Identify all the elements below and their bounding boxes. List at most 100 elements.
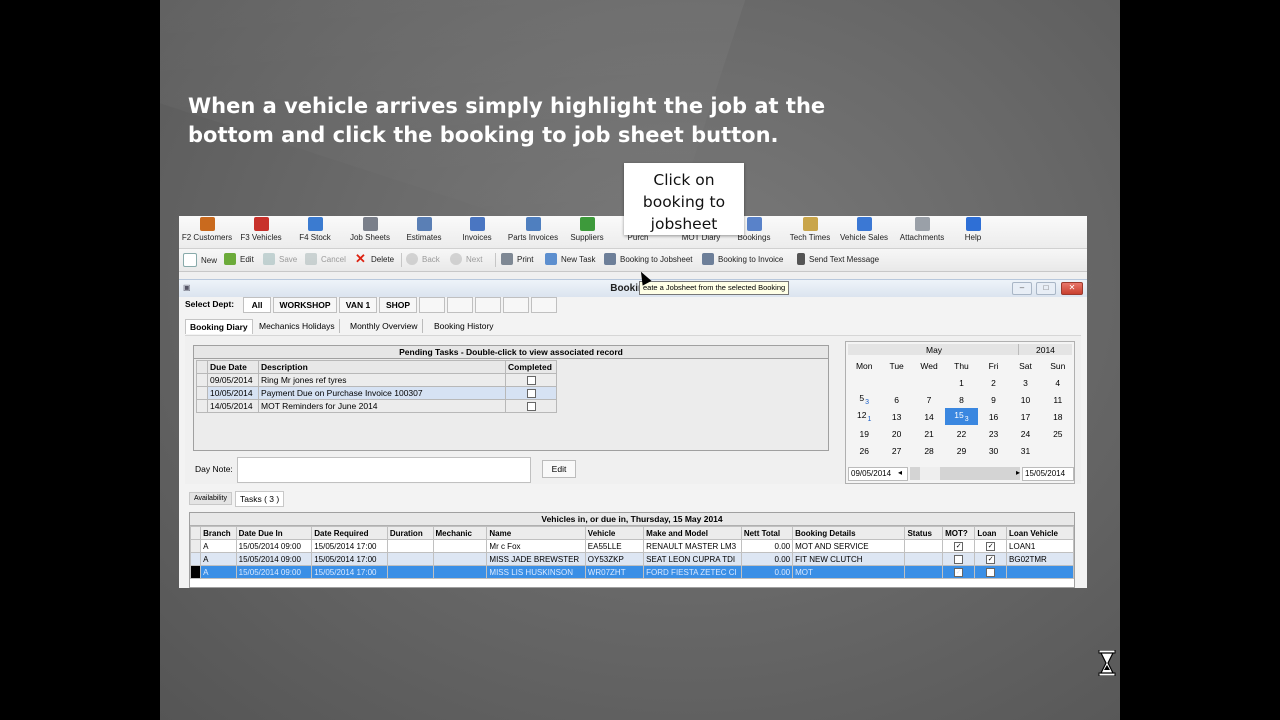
column-header[interactable]: Booking Details [792, 526, 906, 540]
calendar-day[interactable]: 16 [978, 408, 1010, 425]
calendar-day[interactable]: 30 [978, 442, 1010, 459]
calendar-day[interactable]: 31 [1009, 442, 1041, 459]
column-header[interactable]: Duration [386, 526, 434, 540]
calendar-day[interactable]: 26 [848, 442, 880, 459]
toolbar-button-suppliers[interactable]: Suppliers [563, 217, 611, 242]
calendar-day[interactable]: 53 [848, 391, 880, 408]
calendar-day[interactable]: 18 [1042, 408, 1074, 425]
toolbar-button-estimates[interactable]: Estimates [400, 217, 448, 242]
range-scroll-thumb[interactable] [920, 467, 940, 480]
dept-button-empty[interactable] [503, 297, 529, 313]
table-row[interactable]: 09/05/2014 Ring Mr jones ref tyres [196, 373, 557, 387]
toolbar-button-attachments[interactable]: Attachments [893, 217, 951, 242]
table-row[interactable]: 14/05/2014 MOT Reminders for June 2014 [196, 399, 557, 413]
toolbar-button-job-sheets[interactable]: Job Sheets [346, 217, 394, 242]
calendar-day[interactable]: 23 [978, 425, 1010, 442]
close-button[interactable]: ✕ [1061, 282, 1083, 295]
task-completed-checkbox[interactable] [526, 402, 536, 412]
column-header[interactable]: Branch [200, 526, 237, 540]
booking-to-jobsheet-button[interactable]: Booking to Jobsheet [604, 253, 693, 265]
delete-button[interactable]: ✕ Delete [355, 252, 394, 265]
cancel-button[interactable]: Cancel [305, 253, 346, 265]
next-button[interactable]: Next [450, 253, 482, 265]
mot-checkbox[interactable]: ✓ [954, 541, 964, 551]
dept-button-van1[interactable]: VAN 1 [339, 297, 377, 313]
calendar-day[interactable]: 22 [945, 425, 977, 442]
tab-booking-history[interactable]: Booking History [430, 319, 498, 333]
dept-button-empty[interactable] [419, 297, 445, 313]
dept-button-shop[interactable]: SHOP [379, 297, 417, 313]
toolbar-button-stock[interactable]: F4 Stock [292, 217, 338, 242]
column-header[interactable]: Loan Vehicle [1006, 526, 1074, 540]
column-header[interactable]: Make and Model [643, 526, 742, 540]
calendar-day[interactable]: 13 [880, 408, 912, 425]
edit-button[interactable]: Edit [224, 253, 254, 265]
calendar-day[interactable]: 27 [880, 442, 912, 459]
column-header[interactable]: MOT? [942, 526, 976, 540]
tab-monthly-overview[interactable]: Monthly Overview [346, 319, 423, 333]
loan-checkbox[interactable]: ✓ [986, 541, 996, 551]
booking-to-invoice-button[interactable]: Booking to Invoice [702, 253, 783, 265]
task-completed-checkbox[interactable] [526, 376, 536, 386]
calendar-day[interactable]: 20 [880, 425, 912, 442]
calendar-day[interactable]: 8 [945, 391, 977, 408]
column-header[interactable]: Date Required [311, 526, 388, 540]
toolbar-button-invoices[interactable]: Invoices [455, 217, 499, 242]
day-note-edit-button[interactable]: Edit [542, 460, 576, 478]
save-button[interactable]: Save [263, 253, 297, 265]
calendar-day[interactable]: 19 [848, 425, 880, 442]
back-button[interactable]: Back [406, 253, 440, 265]
loan-checkbox[interactable]: ✓ [986, 554, 996, 564]
calendar-day[interactable]: 11 [1042, 391, 1074, 408]
calendar-day[interactable]: 4 [1042, 374, 1074, 391]
toolbar-button-parts-invoices[interactable]: Parts Invoices [505, 217, 561, 242]
calendar-day[interactable]: 7 [913, 391, 946, 408]
calendar-day[interactable]: 2 [978, 374, 1010, 391]
toolbar-button-vehicle-sales[interactable]: Vehicle Sales [835, 217, 893, 242]
column-header[interactable]: Name [486, 526, 586, 540]
toolbar-button-help[interactable]: Help [957, 217, 989, 242]
calendar-day[interactable]: 28 [913, 442, 946, 459]
task-completed-checkbox[interactable] [526, 389, 536, 399]
toolbar-button-vehicles[interactable]: F3 Vehicles [235, 217, 287, 242]
dept-button-empty[interactable] [475, 297, 501, 313]
maximize-button[interactable]: □ [1036, 282, 1056, 295]
calendar-day[interactable]: 21 [913, 425, 946, 442]
loan-checkbox[interactable] [986, 567, 996, 577]
day-note-input[interactable] [237, 457, 531, 483]
table-row[interactable]: 10/05/2014 Payment Due on Purchase Invoi… [196, 386, 557, 400]
toolbar-button-tech-times[interactable]: Tech Times [785, 217, 835, 242]
new-button[interactable]: New [183, 253, 217, 267]
column-header[interactable]: Loan [974, 526, 1008, 540]
dept-button-all[interactable]: All [243, 297, 271, 313]
table-row[interactable]: A 15/05/2014 09:00 15/05/2014 17:00 MISS LI… [189, 565, 1074, 579]
calendar-day[interactable]: 6 [880, 391, 912, 408]
column-header[interactable]: Date Due In [235, 526, 313, 540]
toolbar-button-customers[interactable]: F2 Customers [181, 217, 233, 242]
calendar-day[interactable]: 9 [978, 391, 1010, 408]
new-task-button[interactable]: New Task [545, 253, 596, 265]
calendar-day[interactable]: 153 [945, 408, 978, 425]
mot-checkbox[interactable] [954, 554, 964, 564]
print-button[interactable]: Print [501, 253, 533, 265]
tab-tasks[interactable]: Tasks ( 3 ) [235, 491, 285, 507]
minimize-button[interactable]: – [1012, 282, 1032, 295]
range-left-arrow-icon[interactable]: ◂ [898, 468, 902, 477]
column-header[interactable]: Status [904, 526, 944, 540]
mot-checkbox[interactable]: ✓ [954, 567, 964, 577]
range-right-arrow-icon[interactable]: ▸ [1016, 468, 1020, 477]
calendar-day[interactable]: 29 [945, 442, 977, 459]
calendar-day[interactable]: 17 [1009, 408, 1041, 425]
column-header[interactable]: Mechanic [432, 526, 488, 540]
calendar-day[interactable]: 10 [1009, 391, 1041, 408]
calendar-day[interactable]: 25 [1042, 425, 1074, 442]
table-row[interactable]: A 15/05/2014 09:00 15/05/2014 17:00 MISS JA… [189, 552, 1074, 566]
calendar-day[interactable]: 121 [848, 408, 880, 425]
dept-button-empty[interactable] [447, 297, 473, 313]
calendar-day[interactable]: 1 [945, 374, 977, 391]
dept-button-workshop[interactable]: WORKSHOP [273, 297, 337, 313]
tab-availability[interactable]: Availability [189, 492, 232, 505]
tab-mechanics-holidays[interactable]: Mechanics Holidays [255, 319, 340, 333]
column-header[interactable]: Vehicle [584, 526, 645, 540]
calendar-day[interactable]: 14 [913, 408, 946, 425]
